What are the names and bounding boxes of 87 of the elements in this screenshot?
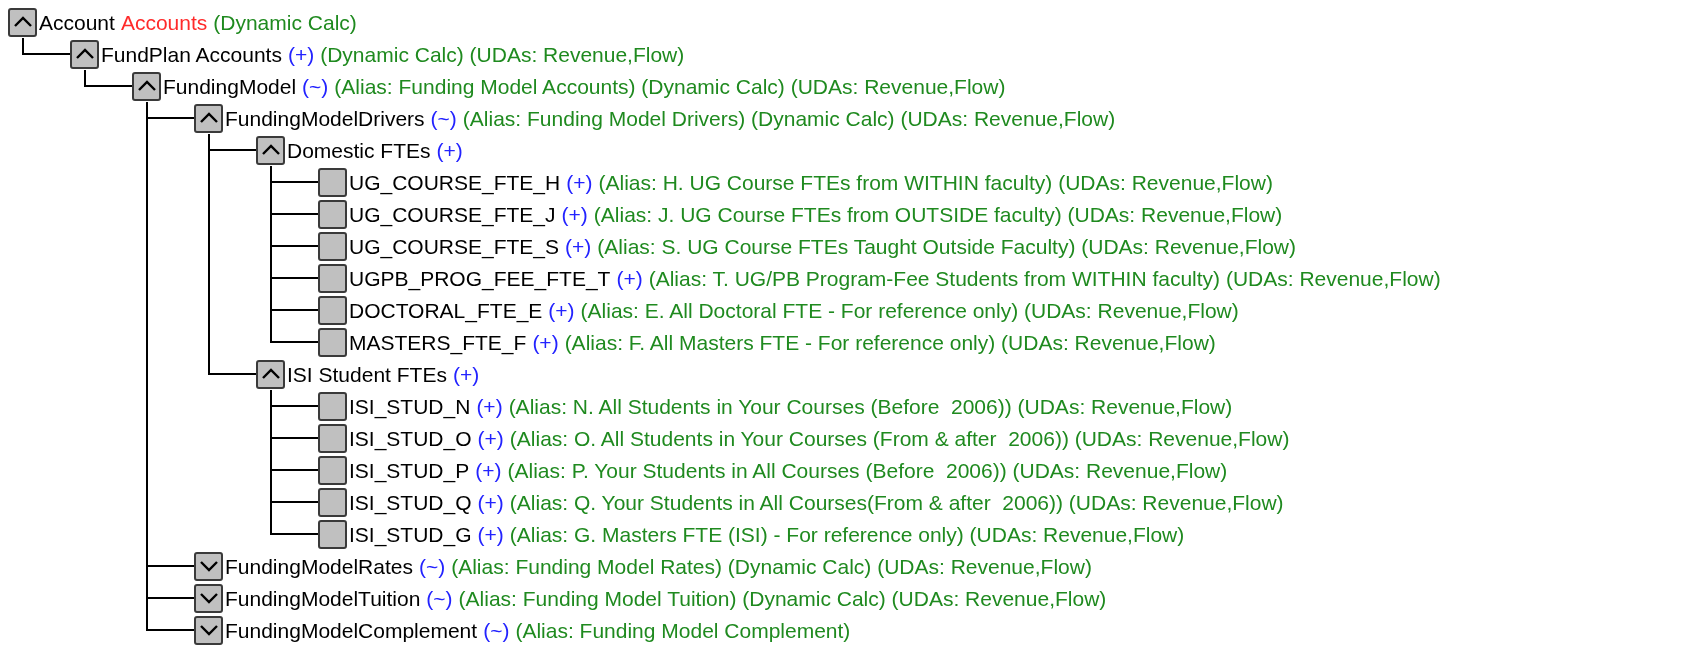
chevron-up-icon (260, 367, 281, 381)
collapse-toggle[interactable] (70, 39, 99, 69)
member-properties: (Alias: Funding Model Complement) (515, 619, 851, 641)
consolidation-operator: (+) (287, 43, 315, 65)
leaf-box-icon (318, 519, 347, 549)
consolidation-operator: (+) (565, 235, 592, 257)
member-properties: (Alias: Funding Model Rates) (Dynamic Calc) (UDAs: Revenue,Flow) (451, 555, 1092, 577)
collapse-toggle[interactable] (8, 7, 37, 37)
chevron-down-icon (198, 559, 219, 573)
chevron-up-icon (12, 15, 33, 29)
member-name: Domestic FTEs (287, 139, 431, 161)
member-name: MASTERS_FTE_F (349, 331, 527, 353)
chevron-up-icon (198, 111, 219, 125)
member-name: Account (39, 11, 115, 33)
member-name: FundingModelComplement (225, 619, 478, 641)
chevron-up-icon (136, 79, 157, 93)
member-properties: (Dynamic Calc) (UDAs: Revenue,Flow) (320, 43, 685, 65)
member-properties: (Alias: T. UG/PB Program-Fee Students from WITHIN faculty) (UDAs: Revenue,Flow) (648, 267, 1441, 289)
member-properties: (Alias: F. All Masters FTE - For reference only) (UDAs: Revenue,Flow) (564, 331, 1216, 353)
member-properties: (Alias: Funding Model Tuition) (Dynamic Calc) (UDAs: Revenue,Flow) (458, 587, 1107, 609)
leaf-box-icon (318, 391, 347, 421)
member-properties: (Alias: Funding Model Drivers) (Dynamic Calc) (UDAs: Revenue,Flow) (462, 107, 1116, 129)
member-properties: (Alias: H. UG Course FTEs from WITHIN faculty) (UDAs: Revenue,Flow) (598, 171, 1273, 193)
consolidation-operator: (+) (476, 395, 503, 417)
consolidation-operator: (~) (430, 107, 457, 129)
member-properties: (Alias: E. All Doctoral FTE - For reference only) (UDAs: Revenue,Flow) (580, 299, 1239, 321)
member-name: UG_COURSE_FTE_J (349, 203, 556, 225)
expand-toggle[interactable] (194, 551, 223, 581)
member-properties: (Alias: O. All Students in Your Courses (From & after 2006)) (UDAs: Revenue,Flow) (509, 427, 1290, 449)
leaf-box-icon (318, 167, 347, 197)
leaf-box-icon (318, 295, 347, 325)
member-properties: (Dynamic Calc) (213, 11, 357, 33)
member-properties: (Alias: P. Your Students in All Courses (Before 2006)) (UDAs: Revenue,Flow) (507, 459, 1228, 481)
member-name: FundPlan Accounts (101, 43, 282, 65)
member-name: UGPB_PROG_FEE_FTE_T (349, 267, 611, 289)
member-properties: (Alias: Funding Model Accounts) (Dynamic Calc) (UDAs: Revenue,Flow) (334, 75, 1006, 97)
collapse-toggle[interactable] (256, 135, 285, 165)
consolidation-operator: (~) (426, 587, 453, 609)
consolidation-operator: (+) (477, 427, 504, 449)
consolidation-operator: (+) (475, 459, 502, 481)
consolidation-operator: (+) (452, 363, 480, 385)
member-name: ISI_STUD_G (349, 523, 472, 545)
consolidation-operator: (+) (477, 491, 504, 513)
member-name: FundingModelRates (225, 555, 413, 577)
chevron-up-icon (74, 47, 95, 61)
consolidation-operator: (+) (566, 171, 593, 193)
consolidation-operator: (~) (483, 619, 510, 641)
member-properties: (Alias: J. UG Course FTEs from OUTSIDE faculty) (UDAs: Revenue,Flow) (593, 203, 1283, 225)
member-name: ISI Student FTEs (287, 363, 447, 385)
member-name: FundingModel (163, 75, 297, 97)
leaf-box-icon (318, 231, 347, 261)
consolidation-operator: (+) (616, 267, 643, 289)
collapse-toggle[interactable] (256, 359, 285, 389)
consolidation-operator: (~) (418, 555, 446, 577)
expand-toggle[interactable] (194, 583, 223, 613)
leaf-box-icon (318, 327, 347, 357)
consolidation-operator: (+) (548, 299, 575, 321)
member-name: FundingModelTuition (225, 587, 421, 609)
consolidation-operator: (+) (532, 331, 559, 353)
member-name: DOCTORAL_FTE_E (349, 299, 543, 321)
member-name: FundingModelDrivers (225, 107, 425, 129)
member-properties: (Alias: N. All Students in Your Courses (Before 2006)) (UDAs: Revenue,Flow) (508, 395, 1233, 417)
member-properties: (Alias: G. Masters FTE (ISI) - For reference only) (UDAs: Revenue,Flow) (509, 523, 1185, 545)
leaf-box-icon (318, 455, 347, 485)
collapse-toggle[interactable] (132, 71, 161, 101)
consolidation-operator: (~) (302, 75, 329, 97)
member-name: UG_COURSE_FTE_S (349, 235, 560, 257)
member-name: ISI_STUD_O (349, 427, 472, 449)
chevron-down-icon (198, 623, 219, 637)
expand-toggle[interactable] (194, 615, 223, 645)
member-properties: (Alias: S. UG Course FTEs Taught Outside Faculty) (UDAs: Revenue,Flow) (597, 235, 1296, 257)
leaf-box-icon (318, 263, 347, 293)
dimension-type: Accounts (120, 11, 208, 33)
member-name: ISI_STUD_N (349, 395, 471, 417)
member-name: ISI_STUD_P (349, 459, 470, 481)
leaf-box-icon (318, 423, 347, 453)
leaf-box-icon (318, 199, 347, 229)
consolidation-operator: (+) (436, 139, 463, 161)
member-name: ISI_STUD_Q (349, 491, 472, 513)
consolidation-operator: (+) (561, 203, 588, 225)
collapse-toggle[interactable] (194, 103, 223, 133)
chevron-up-icon (260, 143, 281, 157)
consolidation-operator: (+) (477, 523, 504, 545)
member-properties: (Alias: Q. Your Students in All Courses(From & after 2006)) (UDAs: Revenue,Flow) (509, 491, 1284, 513)
chevron-down-icon (198, 591, 219, 605)
leaf-box-icon (318, 487, 347, 517)
member-name: UG_COURSE_FTE_H (349, 171, 561, 193)
